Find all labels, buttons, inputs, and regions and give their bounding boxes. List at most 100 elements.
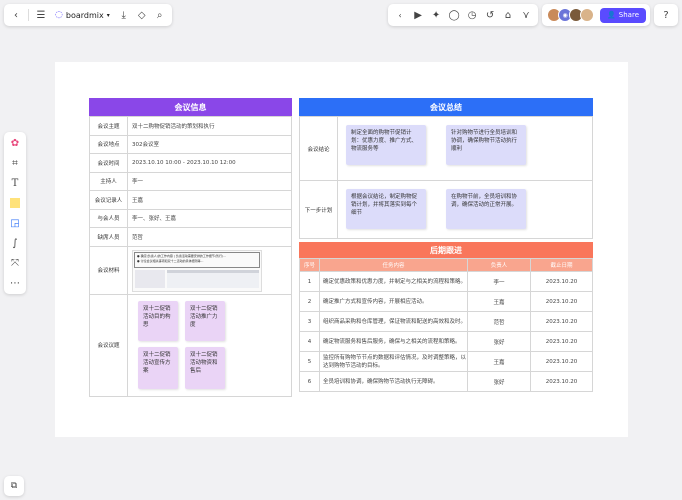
- search-icon[interactable]: ⌕: [152, 7, 168, 23]
- task-content: 确定优惠政策和优惠力度，并制定与之相关的流程和策略。: [319, 271, 468, 292]
- conclusion-sticky-note[interactable]: 针对购物节进行全员培训和协调，确保购物节活动执行顺利: [446, 125, 526, 165]
- text-icon[interactable]: T: [8, 176, 22, 190]
- help-icon[interactable]: ?: [658, 7, 674, 23]
- agenda-sticky-note[interactable]: 双十二促销活动宣传方案: [138, 346, 178, 389]
- history-icon[interactable]: ↺: [482, 7, 498, 23]
- materials-thumbnail[interactable]: ● 确定(负责人)的工作内容 | 负责活动需要安排的工作细节(暂行)... ● …: [132, 249, 262, 292]
- table-row: 6 全员培训和协调，确保购物节活动执行无障碍。 张好 2023.10.20: [299, 371, 593, 392]
- row-label: 会议时间: [89, 153, 128, 173]
- meeting-summary-panel: 会议总结 会议结论 制定全面的购物节促销计划：优惠力度、推广方式、物流服务等 针…: [299, 98, 593, 239]
- brand-menu[interactable]: ◌ boardmix ▾: [51, 10, 114, 20]
- table-row: 3 组织商品采购和仓库管理，保证物流和配送的高效和及时。 范哲 2023.10.20: [299, 311, 593, 332]
- task-owner: 李一: [467, 271, 531, 292]
- task-due-date: 2023.10.20: [530, 351, 593, 372]
- tag-icon[interactable]: ◇: [134, 7, 150, 23]
- row-value: 范哲: [127, 227, 292, 247]
- conclusion-sticky-note[interactable]: 制定全面的购物节促销计划：优惠力度、推广方式、物流服务等: [346, 125, 426, 165]
- pen-icon[interactable]: ∫: [8, 236, 22, 250]
- back-icon[interactable]: ‹: [8, 7, 24, 23]
- row-value: 双十二购物促销活动的策划和执行: [127, 116, 292, 136]
- brand-name: boardmix: [65, 10, 104, 20]
- timer-icon[interactable]: ◷: [464, 7, 480, 23]
- row-value: 李一、张好、王嘉: [127, 208, 292, 228]
- download-icon[interactable]: ⤓: [116, 7, 132, 23]
- chevron-left-icon[interactable]: ‹: [392, 7, 408, 23]
- table-row: 2 确定推广方式和宣传内容，开展相应活动。 王嘉 2023.10.20: [299, 291, 593, 312]
- follow-up-header: 后期跟进: [299, 242, 593, 258]
- divider: [28, 9, 29, 21]
- meeting-info-title: 会议信息: [174, 102, 207, 112]
- task-owner: 张好: [467, 331, 531, 352]
- row-value: 302会议室: [127, 134, 292, 154]
- follow-up-header-row: 序号 任务内容 负责人 截止日期: [299, 258, 593, 272]
- help-group: ?: [654, 4, 678, 26]
- collab-tools: ‹ ▶ ✦ ◯ ◷ ↺ ⌂ ⋎: [388, 4, 539, 26]
- frame-icon[interactable]: ⌗: [8, 156, 22, 170]
- task-due-date: 2023.10.20: [530, 271, 593, 292]
- boardmix-logo-icon: ◌: [55, 10, 63, 20]
- task-due-date: 2023.10.20: [530, 331, 593, 352]
- follow-up-table: 序号 任务内容 负责人 截止日期 1 确定优惠政策和优惠力度，并制定与之相关的流程…: [299, 258, 593, 392]
- more-tools-icon[interactable]: ⋯: [8, 276, 22, 290]
- table-row: 1 确定优惠政策和优惠力度，并制定与之相关的流程和策略。 李一 2023.10.20: [299, 271, 593, 292]
- collaborator-avatars[interactable]: ◉: [547, 8, 595, 22]
- conclusion-row: 会议结论 制定全面的购物节促销计划：优惠力度、推广方式、物流服务等 针对购物节进…: [299, 116, 593, 181]
- share-button[interactable]: 👤 Share: [600, 7, 646, 23]
- sticky-note-icon[interactable]: [8, 196, 22, 210]
- ai-palette-icon[interactable]: ✿: [8, 136, 22, 150]
- table-row: 4 确定物流服务和售后服务，确保与之相关的流程和策略。 张好 2023.10.20: [299, 331, 593, 352]
- task-due-date: 2023.10.20: [530, 371, 593, 392]
- materials-row: 会议材料 ● 确定(负责人)的工作内容 | 负责活动需要安排的工作细节(暂行).…: [89, 245, 292, 295]
- row-label: 下一步计划: [299, 180, 338, 239]
- agenda-row: 会议议题 双十二促销活动目的构思 双十二促销活动推广力度 双十二促销活动宣传方案…: [89, 293, 292, 397]
- agenda-sticky-note[interactable]: 双十二促销活动物资和售后: [185, 346, 225, 389]
- more-collab-icon[interactable]: ⋎: [518, 7, 534, 23]
- conclusion-cell: 制定全面的购物节促销计划：优惠力度、推广方式、物流服务等 针对购物节进行全员培训…: [337, 116, 593, 181]
- agenda-sticky-note[interactable]: 双十二促销活动目的构思: [138, 300, 178, 341]
- next-plan-sticky-note[interactable]: 在购物节前，全员培训和协调，确保活动的正常开展。: [446, 189, 526, 229]
- row-label: 会议主题: [89, 116, 128, 136]
- minimap-icon: ⧉: [10, 481, 18, 491]
- meeting-info-header: 会议信息: [89, 98, 292, 116]
- task-due-date: 2023.10.20: [530, 291, 593, 312]
- task-owner: 王嘉: [467, 291, 531, 312]
- task-number: 5: [299, 351, 320, 372]
- agenda-sticky-note[interactable]: 双十二促销活动推广力度: [185, 300, 225, 341]
- meeting-summary-header: 会议总结: [299, 98, 593, 116]
- task-owner: 王嘉: [467, 351, 531, 372]
- share-label: Share: [618, 11, 639, 19]
- reaction-icon[interactable]: ✦: [428, 7, 444, 23]
- column-header: 负责人: [467, 258, 531, 272]
- play-icon[interactable]: ▶: [410, 7, 426, 23]
- task-owner: 范哲: [467, 311, 531, 332]
- info-row: 会议主题 双十二购物促销活动的策划和执行: [89, 116, 292, 136]
- meeting-summary-title: 会议总结: [430, 102, 462, 112]
- task-content: 确定物流服务和售后服务，确保与之相关的流程和策略。: [319, 331, 468, 352]
- task-owner: 张好: [467, 371, 531, 392]
- screenshot-sidebar: [135, 269, 165, 288]
- info-row: 会议地点 302会议室: [89, 134, 292, 154]
- connector-icon[interactable]: ⤧: [8, 256, 22, 270]
- next-plan-sticky-note[interactable]: 根据会议结论，制定购物促销计划，并将其落实到每个细节: [346, 189, 426, 229]
- user-add-icon: 👤: [607, 11, 616, 19]
- avatar: [580, 8, 595, 22]
- board-canvas[interactable]: 会议信息 会议主题 双十二购物促销活动的策划和执行 会议地点 302会议室 会议时间 20…: [55, 62, 628, 437]
- task-due-date: 2023.10.20: [530, 311, 593, 332]
- row-value: 王嘉: [127, 190, 292, 210]
- task-content: 确定推广方式和宣传内容，开展相应活动。: [319, 291, 468, 312]
- menu-icon[interactable]: ☰: [33, 7, 49, 23]
- row-label: 会议记录人: [89, 190, 128, 210]
- comment-icon[interactable]: ◯: [446, 7, 462, 23]
- vote-icon[interactable]: ⌂: [500, 7, 516, 23]
- shape-icon[interactable]: ◲: [8, 216, 22, 230]
- screenshot-body: [167, 269, 259, 288]
- left-toolbar: ✿ ⌗ T ◲ ∫ ⤧ ⋯: [4, 132, 26, 294]
- materials-cell: ● 确定(负责人)的工作内容 | 负责活动需要安排的工作细节(暂行)... ● …: [127, 245, 292, 295]
- column-header: 截止日期: [530, 258, 593, 272]
- task-content: 组织商品采购和仓库管理，保证物流和配送的高效和及时。: [319, 311, 468, 332]
- meeting-info-table: 会议主题 双十二购物促销活动的策划和执行 会议地点 302会议室 会议时间 2023.10…: [89, 116, 292, 397]
- next-plan-cell: 根据会议结论，制定购物促销计划，并将其落实到每个细节 在购物节前，全员培训和协调…: [337, 180, 593, 239]
- minimap-button[interactable]: ⧉: [4, 476, 24, 496]
- row-value: 李一: [127, 171, 292, 191]
- share-group: ◉ 👤 Share: [542, 4, 650, 26]
